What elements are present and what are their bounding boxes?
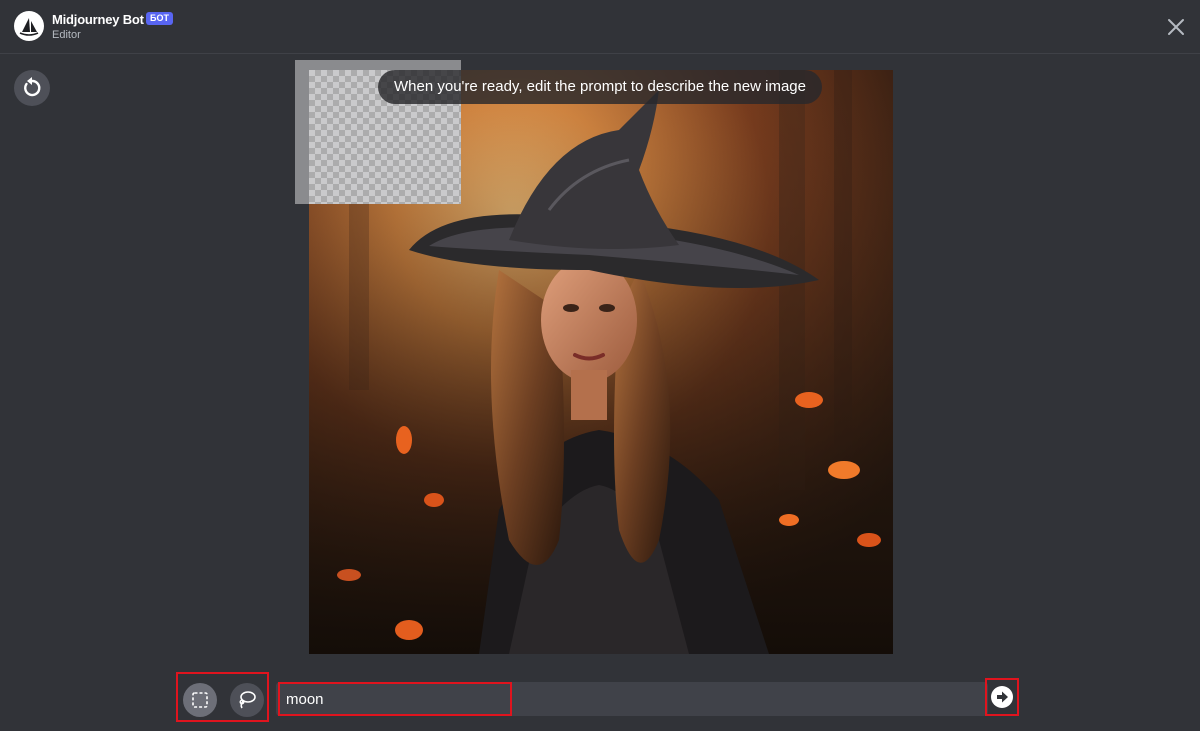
rectangle-select-button[interactable]	[183, 683, 217, 717]
editor-header: Midjourney Bot БОТ Editor	[0, 0, 1200, 54]
hint-tooltip: When you're ready, edit the prompt to de…	[378, 70, 822, 104]
lasso-icon	[239, 691, 256, 709]
lasso-select-button[interactable]	[230, 683, 264, 717]
bot-avatar	[14, 11, 44, 41]
image-canvas[interactable]	[295, 60, 895, 660]
arrow-right-icon	[997, 691, 1008, 703]
selection-tools	[176, 672, 269, 722]
midjourney-sailboat-icon	[19, 18, 39, 36]
rectangle-select-icon	[192, 692, 208, 708]
submit-button[interactable]	[991, 686, 1013, 708]
submit-button-frame	[985, 678, 1019, 716]
bot-badge: БОТ	[146, 12, 173, 25]
editor-subtitle: Editor	[52, 29, 81, 41]
reset-button[interactable]	[14, 70, 50, 106]
prompt-input[interactable]	[278, 682, 512, 716]
close-button[interactable]	[1164, 15, 1188, 39]
reset-icon	[24, 77, 41, 97]
bot-name: Midjourney Bot	[52, 12, 144, 27]
close-icon	[1168, 19, 1184, 35]
